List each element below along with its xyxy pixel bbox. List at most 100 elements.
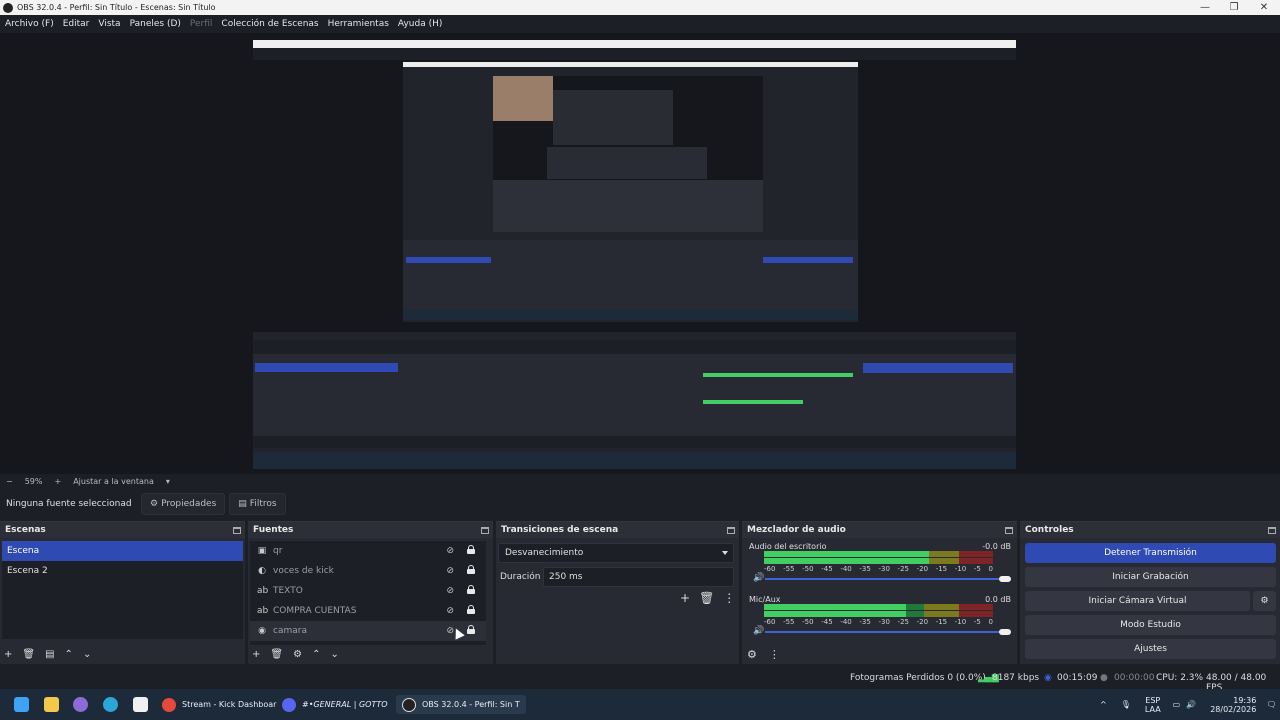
studio-mode-button[interactable]: Modo Estudio xyxy=(1025,615,1276,635)
clock[interactable]: 19:36 28/02/2026 xyxy=(1210,696,1256,714)
source-item-texto[interactable]: ab TEXTO ⊘ xyxy=(250,581,486,601)
hidden-eye-icon[interactable]: ⊘ xyxy=(446,546,454,556)
chevron-down-icon[interactable]: ⌄ xyxy=(83,649,91,660)
zoom-out-button[interactable]: − xyxy=(6,477,13,486)
trash-icon[interactable]: 🗑 xyxy=(699,591,714,605)
settings-button[interactable]: Ajustes xyxy=(1025,639,1276,659)
obs-icon xyxy=(402,697,416,712)
add-icon[interactable]: + xyxy=(4,649,12,660)
virtual-camera-settings-button[interactable]: ⚙ xyxy=(1253,591,1276,611)
volume-knob[interactable] xyxy=(999,629,1011,635)
program-preview[interactable] xyxy=(253,40,1016,469)
volume-slider[interactable]: 🔊 xyxy=(751,626,1015,638)
taskbar-app-obs[interactable]: OBS 32.0.4 - Perfil: Sin T xyxy=(396,695,526,714)
gear-icon[interactable]: ⚙ xyxy=(293,649,302,660)
source-toolbar: Ninguna fuente seleccionad ⚙ Propiedades … xyxy=(0,490,1280,518)
trash-icon[interactable]: 🗑 xyxy=(270,649,283,660)
level-fill xyxy=(764,604,906,610)
undock-icon[interactable] xyxy=(481,526,489,534)
source-item-voces[interactable]: ◐ voces de kick ⊘ xyxy=(250,561,486,581)
copilot-icon[interactable] xyxy=(73,697,88,712)
start-virtual-camera-button[interactable]: Iniciar Cámara Virtual xyxy=(1025,591,1250,611)
undock-icon[interactable] xyxy=(727,526,735,534)
microphone-icon[interactable]: 🎙 xyxy=(1121,700,1131,709)
text-icon: ab xyxy=(257,605,269,616)
source-label: qr xyxy=(273,546,283,556)
lock-icon[interactable] xyxy=(467,545,475,554)
stream-icon: ◉ xyxy=(1044,673,1052,683)
duration-value: 250 ms xyxy=(549,572,583,582)
meter-tick: -55 xyxy=(783,618,795,626)
volume-slider[interactable]: 🔊 xyxy=(751,573,1015,585)
chevron-up-icon[interactable]: ⌃ xyxy=(312,649,320,660)
network-icon[interactable]: ▭ xyxy=(1173,700,1181,709)
scene-item[interactable]: Escena xyxy=(2,541,243,561)
speaker-icon[interactable]: 🔊 xyxy=(753,573,764,583)
maximize-button[interactable]: ❐ xyxy=(1219,0,1249,15)
taskbar-app-discord[interactable]: #•GENERAL | GOTTO xyxy=(282,695,388,714)
hidden-eye-icon[interactable]: ⊘ xyxy=(446,566,454,576)
edge-icon[interactable] xyxy=(103,697,118,712)
duration-input[interactable]: 250 ms xyxy=(543,567,734,587)
speaker-icon[interactable]: 🔊 xyxy=(753,626,764,636)
menu-paneles[interactable]: Paneles (D) xyxy=(130,19,181,29)
more-options-icon[interactable]: ⋮ xyxy=(769,648,780,661)
hidden-eye-icon[interactable]: ⊘ xyxy=(446,586,454,596)
windows-start-icon[interactable] xyxy=(14,697,29,712)
source-item-qr[interactable]: ▣ qr ⊘ xyxy=(250,541,486,561)
link-gear-icon[interactable]: ⚙ xyxy=(747,648,757,661)
chrome-icon xyxy=(162,697,176,712)
undock-icon[interactable] xyxy=(1268,526,1276,534)
language-indicator[interactable]: ESP LAA xyxy=(1145,696,1161,714)
meter-tick: -5 xyxy=(973,618,981,626)
more-options-icon[interactable]: ⋮ xyxy=(723,591,735,605)
transition-selected-value: Desvanecimiento xyxy=(505,548,584,558)
properties-button[interactable]: ⚙ Propiedades xyxy=(141,493,226,515)
store-icon[interactable] xyxy=(133,697,148,712)
trash-icon[interactable]: 🗑 xyxy=(22,649,35,660)
level-meter xyxy=(764,604,993,610)
hidden-eye-icon[interactable]: ⊘ xyxy=(446,606,454,616)
zoom-fit-label[interactable]: Ajustar a la ventana xyxy=(73,477,154,486)
add-icon[interactable]: + xyxy=(680,591,690,605)
filter-icon[interactable]: ▤ xyxy=(45,649,54,660)
chevron-up-icon[interactable]: ^ xyxy=(1100,700,1107,709)
transitions-title: Transiciones de escena xyxy=(501,525,619,535)
unlock-icon[interactable] xyxy=(467,605,475,614)
menu-editar[interactable]: Editar xyxy=(63,19,90,29)
volume-knob[interactable] xyxy=(999,576,1011,582)
lock-icon[interactable] xyxy=(467,625,475,634)
transition-select[interactable]: Desvanecimiento xyxy=(498,543,734,563)
unlock-icon[interactable] xyxy=(467,585,475,594)
close-button[interactable]: ✕ xyxy=(1249,0,1279,15)
menu-ayuda[interactable]: Ayuda (H) xyxy=(398,19,442,29)
source-item-compra[interactable]: ab COMPRA CUENTAS ⊘ xyxy=(250,601,486,621)
undock-icon[interactable] xyxy=(1005,526,1013,534)
menu-archivo[interactable]: Archivo (F) xyxy=(5,19,54,29)
lock-icon[interactable] xyxy=(467,565,475,574)
taskbar-app-chrome[interactable]: Stream - Kick Dashboar xyxy=(162,695,276,714)
notifications-icon[interactable]: 🗨 xyxy=(1266,700,1276,709)
volume-icon[interactable]: 🔊 xyxy=(1186,700,1196,709)
menu-herramientas[interactable]: Herramientas xyxy=(328,19,389,29)
menu-perfil[interactable]: Perfil xyxy=(190,19,213,29)
cpu-usage: CPU: 2.3% xyxy=(1156,673,1204,683)
filters-button[interactable]: ▤ Filtros xyxy=(229,493,286,515)
zoom-in-button[interactable]: + xyxy=(54,477,61,486)
stop-stream-button[interactable]: Detener Transmisión xyxy=(1025,543,1276,563)
scenes-header: Escenas xyxy=(0,522,245,538)
zoom-dropdown-icon[interactable]: ▾ xyxy=(166,477,170,486)
undock-icon[interactable] xyxy=(233,526,241,534)
file-explorer-icon[interactable] xyxy=(44,697,59,712)
menu-coleccion[interactable]: Colección de Escenas xyxy=(221,19,318,29)
scene-item[interactable]: Escena 2 xyxy=(2,561,243,581)
transitions-toolbar: + 🗑 ⋮ xyxy=(680,591,735,605)
taskbar: Stream - Kick Dashboar #•GENERAL | GOTTO… xyxy=(0,689,1280,720)
chevron-up-icon[interactable]: ⌃ xyxy=(65,649,73,660)
menu-vista[interactable]: Vista xyxy=(98,19,120,29)
meter-tick: -40 xyxy=(840,618,852,626)
chevron-down-icon[interactable]: ⌄ xyxy=(330,649,338,660)
start-recording-button[interactable]: Iniciar Grabación xyxy=(1025,567,1276,587)
minimize-button[interactable]: — xyxy=(1190,0,1220,15)
add-icon[interactable]: + xyxy=(252,649,260,660)
